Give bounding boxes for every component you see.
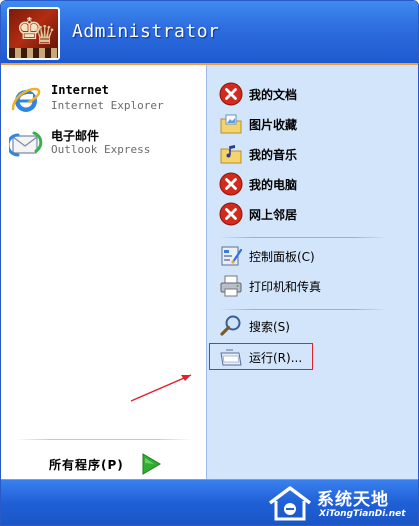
place-my-computer[interactable]: 我的电脑 — [215, 169, 411, 199]
watermark-logo: 系统天地 XiTongTianDi.net — [259, 479, 418, 525]
place-my-music[interactable]: 我的音乐 — [215, 139, 411, 169]
pinned-item-email[interactable]: 电子邮件 Outlook Express — [7, 123, 200, 165]
pinned-item-subtitle: Internet Explorer — [51, 99, 164, 112]
green-arrow-icon — [142, 453, 161, 475]
all-programs-button[interactable]: 所有程序(P) — [49, 451, 179, 477]
error-x-icon — [219, 172, 243, 196]
folder-music-icon — [220, 145, 242, 164]
place-search[interactable]: 搜索(S) — [215, 311, 411, 341]
internet-explorer-icon — [11, 87, 41, 112]
user-avatar[interactable]: ♚ ♛ — [7, 7, 60, 60]
watermark-site: XiTongTianDi.net — [319, 509, 406, 519]
start-menu-header: ♚ ♛ Administrator — [1, 1, 418, 65]
place-my-pictures[interactable]: 图片收藏 — [215, 109, 411, 139]
places-divider — [219, 237, 387, 238]
places-divider — [219, 309, 387, 310]
search-icon — [220, 315, 241, 336]
place-label: 打印机和传真 — [249, 280, 322, 294]
error-x-icon — [219, 82, 243, 106]
house-logo-icon — [268, 486, 312, 521]
error-x-icon — [219, 202, 243, 226]
all-programs-label: 所有程序(P) — [49, 458, 124, 472]
pinned-item-subtitle: Outlook Express — [51, 143, 151, 156]
outlook-express-icon — [9, 131, 43, 157]
pinned-item-title: 电子邮件 — [51, 129, 100, 143]
place-printers-faxes[interactable]: 打印机和传真 — [215, 271, 411, 301]
place-control-panel[interactable]: 控制面板(C) — [215, 241, 411, 271]
place-label: 我的音乐 — [249, 148, 298, 162]
folder-pictures-icon — [220, 114, 242, 134]
annotation-arrow-icon — [130, 374, 192, 402]
place-my-documents[interactable]: 我的文档 — [215, 79, 411, 109]
place-label: 我的文档 — [249, 88, 298, 102]
chess-queen-icon: ♛ — [33, 21, 57, 51]
run-highlight-box — [209, 343, 313, 370]
left-divider — [15, 439, 192, 440]
chess-board-decoration — [9, 48, 58, 58]
printer-icon — [220, 275, 242, 297]
place-label: 搜索(S) — [249, 320, 290, 334]
places-pane: 我的文档 图片收藏 我的音乐 我的电脑 网上邻居 控制面板(C) 打印机和传真 … — [206, 65, 418, 479]
place-label: 控制面板(C) — [249, 250, 315, 264]
pinned-item-internet[interactable]: Internet Internet Explorer — [7, 79, 200, 121]
user-name: Administrator — [72, 21, 220, 42]
control-panel-icon — [221, 246, 243, 266]
watermark-brand: 系统天地 — [317, 490, 389, 510]
place-label: 图片收藏 — [249, 118, 298, 132]
pinned-item-title: Internet — [51, 83, 109, 97]
place-label: 网上邻居 — [249, 208, 298, 222]
start-menu: ♚ ♛ Administrator Internet Internet Expl… — [0, 0, 419, 526]
place-network-places[interactable]: 网上邻居 — [215, 199, 411, 229]
pinned-programs-pane: Internet Internet Explorer 电子邮件 Outlook … — [1, 65, 206, 479]
place-label: 我的电脑 — [249, 178, 298, 192]
